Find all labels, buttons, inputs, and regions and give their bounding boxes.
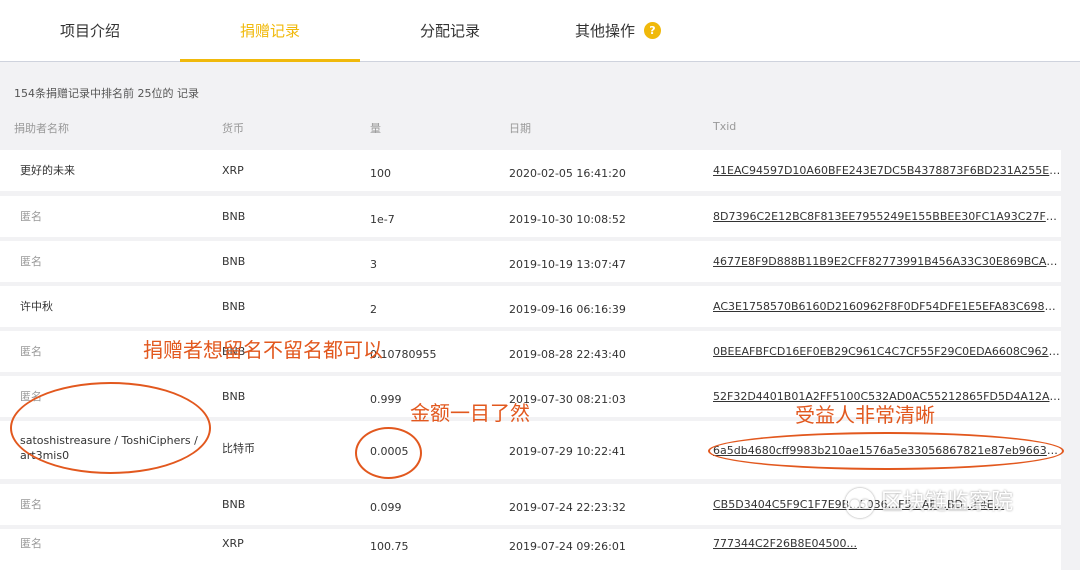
tab-label: 其他操作 [574, 22, 635, 40]
txid-link[interactable]: 777344C2F26B8E04500... [713, 523, 1061, 564]
date: 2019-10-19 13:07:47 [509, 258, 626, 271]
currency: 比特币 [222, 442, 255, 455]
column-header-date: 日期 [509, 122, 531, 135]
date: 2019-09-16 06:16:39 [509, 303, 626, 316]
tab-project-intro[interactable]: 项目介绍 [0, 0, 180, 61]
annotation-ellipse-donor [10, 382, 211, 474]
currency: BNB [222, 390, 246, 403]
amount: 0.099 [370, 501, 402, 514]
date: 2019-10-30 10:08:52 [509, 213, 626, 226]
table-row: 匿名 BNB 3 2019-10-19 13:07:47 4677E8F9D88… [0, 241, 1061, 282]
table-header: 捐助者名称 货币 量 日期 Txid [0, 120, 1080, 136]
table-row: 更好的未来 XRP 100 2020-02-05 16:41:20 41EAC9… [0, 150, 1061, 191]
tab-label: 项目介绍 [59, 22, 120, 40]
amount: 3 [370, 258, 377, 271]
amount: 100 [370, 167, 391, 180]
donor-name: 匿名 [20, 345, 42, 358]
watermark: ●● 区块链监察院 [845, 484, 1013, 518]
annotation-anonymous-note: 捐赠者想留名不留名都可以 [143, 338, 383, 362]
currency: BNB [222, 300, 246, 313]
annotation-ellipse-amount [355, 427, 422, 479]
column-header-donor: 捐助者名称 [14, 122, 69, 135]
tab-other-operations[interactable]: 其他操作? [528, 0, 708, 61]
help-icon[interactable]: ? [644, 22, 661, 39]
tab-label: 分配记录 [419, 22, 480, 40]
donor-name: 匿名 [20, 210, 42, 223]
column-header-amount: 量 [370, 122, 381, 135]
txid-link[interactable]: 4677E8F9D888B11B9E2CFF82773991B456A33C30… [713, 241, 1061, 282]
annotation-ellipse-txid [708, 432, 1064, 470]
amount: 1e-7 [370, 213, 395, 226]
annotation-amount-note: 金额一目了然 [410, 401, 530, 425]
donor-name: 匿名 [20, 255, 42, 268]
currency: XRP [222, 164, 244, 177]
tab-donation-records[interactable]: 捐赠记录 [180, 0, 360, 62]
tab-label: 捐赠记录 [239, 22, 300, 40]
currency: XRP [222, 537, 244, 550]
txid-link[interactable]: AC3E1758570B6160D2160962F8F0DF54DFE1E5EF… [713, 286, 1061, 327]
donor-name: 匿名 [20, 537, 42, 550]
txid-link[interactable]: 0BEEAFBFCD16EF0EB29C961C4C7CF55F29C0EDA6… [713, 331, 1061, 372]
table-row: 匿名 XRP 100.75 2019-07-24 09:26:01 777344… [0, 529, 1061, 570]
table-row: 许中秋 BNB 2 2019-09-16 06:16:39 AC3E175857… [0, 286, 1061, 327]
date: 2019-07-29 10:22:41 [509, 445, 626, 458]
donor-name: 许中秋 [20, 300, 53, 313]
currency: BNB [222, 255, 246, 268]
donor-name: 更好的未来 [20, 164, 75, 177]
annotation-beneficiary-note: 受益人非常清晰 [795, 403, 935, 427]
tab-bar: 项目介绍 捐赠记录 分配记录 其他操作? [0, 0, 1080, 62]
date: 2020-02-05 16:41:20 [509, 167, 626, 180]
date: 2019-07-24 09:26:01 [509, 540, 626, 553]
wechat-icon: ●● [845, 488, 875, 518]
amount: 0.999 [370, 393, 402, 406]
amount: 100.75 [370, 540, 409, 553]
watermark-text: 区块链监察院 [881, 490, 1014, 515]
column-header-txid: Txid [713, 120, 737, 133]
donor-name: 匿名 [20, 498, 42, 511]
txid-link[interactable]: 41EAC94597D10A60BFE243E7DC5B4378873F6BD2… [713, 150, 1061, 191]
table-row: 匿名 BNB 1e-7 2019-10-30 10:08:52 8D7396C2… [0, 196, 1061, 237]
currency: BNB [222, 498, 246, 511]
tab-distribution-records[interactable]: 分配记录 [360, 0, 540, 61]
currency: BNB [222, 210, 246, 223]
date: 2019-07-24 22:23:32 [509, 501, 626, 514]
date: 2019-08-28 22:43:40 [509, 348, 626, 361]
txid-link[interactable]: 8D7396C2E12BC8F813EE7955249E155BBEE30FC1… [713, 196, 1061, 237]
records-summary: 154条捐赠记录中排名前 25位的 记录 [14, 87, 199, 100]
amount: 2 [370, 303, 377, 316]
column-header-currency: 货币 [222, 122, 244, 135]
